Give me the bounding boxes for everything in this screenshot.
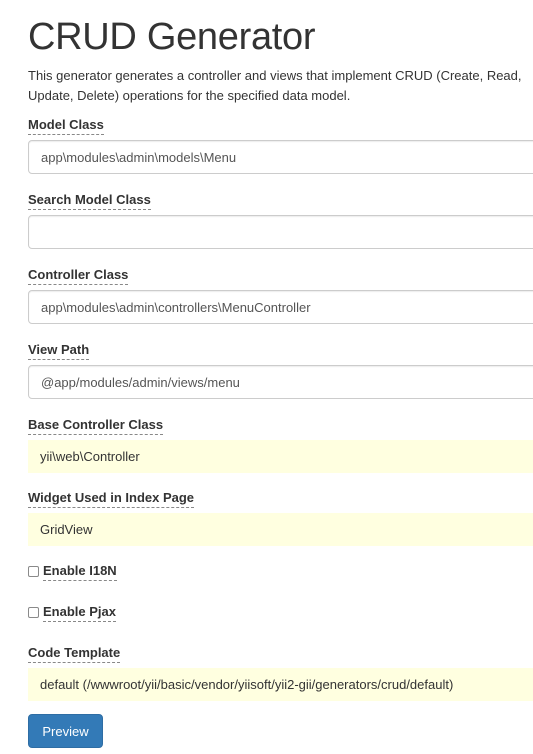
- preview-button[interactable]: Preview: [28, 714, 103, 748]
- search-model-class-label: Search Model Class: [28, 191, 151, 210]
- base-controller-class-label: Base Controller Class: [28, 416, 164, 435]
- enable-i18n-row[interactable]: Enable I18N: [28, 562, 117, 581]
- enable-pjax-checkbox[interactable]: [28, 607, 39, 618]
- base-controller-class-field: Base Controller Class yii\web\Controller: [28, 416, 533, 473]
- model-class-input[interactable]: [28, 140, 533, 174]
- index-widget-field: Widget Used in Index Page GridView: [28, 489, 533, 546]
- index-widget-label: Widget Used in Index Page: [28, 489, 195, 508]
- code-template-label: Code Template: [28, 644, 121, 663]
- crud-generator-page: CRUD Generator This generator generates …: [0, 0, 533, 754]
- model-class-field: Model Class: [28, 116, 533, 174]
- page-title: CRUD Generator: [28, 16, 316, 58]
- search-model-class-field: Search Model Class: [28, 191, 533, 249]
- view-path-label: View Path: [28, 341, 90, 360]
- page-description: This generator generates a controller an…: [28, 68, 522, 103]
- enable-i18n-label[interactable]: Enable I18N: [43, 562, 117, 581]
- controller-class-label: Controller Class: [28, 266, 129, 285]
- enable-pjax-row[interactable]: Enable Pjax: [28, 603, 116, 622]
- base-controller-class-value[interactable]: yii\web\Controller: [28, 440, 533, 473]
- view-path-field: View Path: [28, 341, 533, 399]
- index-widget-value[interactable]: GridView: [28, 513, 533, 546]
- enable-pjax-label[interactable]: Enable Pjax: [43, 603, 116, 622]
- code-template-field: Code Template default (/wwwroot/yii/basi…: [28, 644, 533, 701]
- enable-i18n-checkbox[interactable]: [28, 566, 39, 577]
- code-template-value[interactable]: default (/wwwroot/yii/basic/vendor/yiiso…: [28, 668, 533, 701]
- controller-class-field: Controller Class: [28, 266, 533, 324]
- search-model-class-input[interactable]: [28, 215, 533, 249]
- model-class-label: Model Class: [28, 116, 104, 135]
- view-path-input[interactable]: [28, 365, 533, 399]
- controller-class-input[interactable]: [28, 290, 533, 324]
